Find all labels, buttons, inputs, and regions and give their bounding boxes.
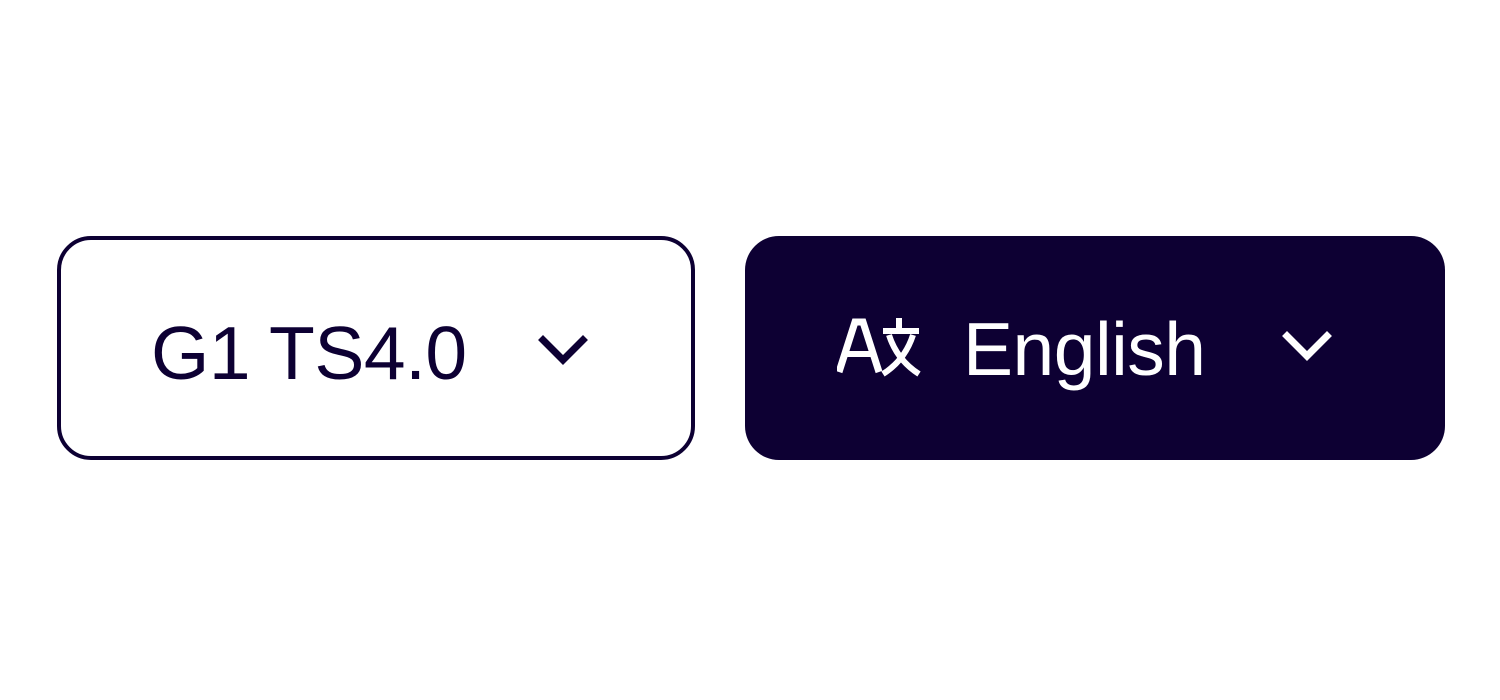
version-dropdown[interactable]: G1 TS4.0 (57, 236, 695, 460)
language-dropdown-label: English (963, 307, 1206, 391)
version-dropdown-label: G1 TS4.0 (151, 311, 467, 395)
language-dropdown[interactable]: English (745, 236, 1445, 460)
chevron-down-icon (1282, 331, 1332, 361)
translate-icon (837, 318, 921, 377)
selector-toolbar: G1 TS4.0 English (0, 0, 1500, 700)
chevron-down-icon (538, 335, 588, 365)
